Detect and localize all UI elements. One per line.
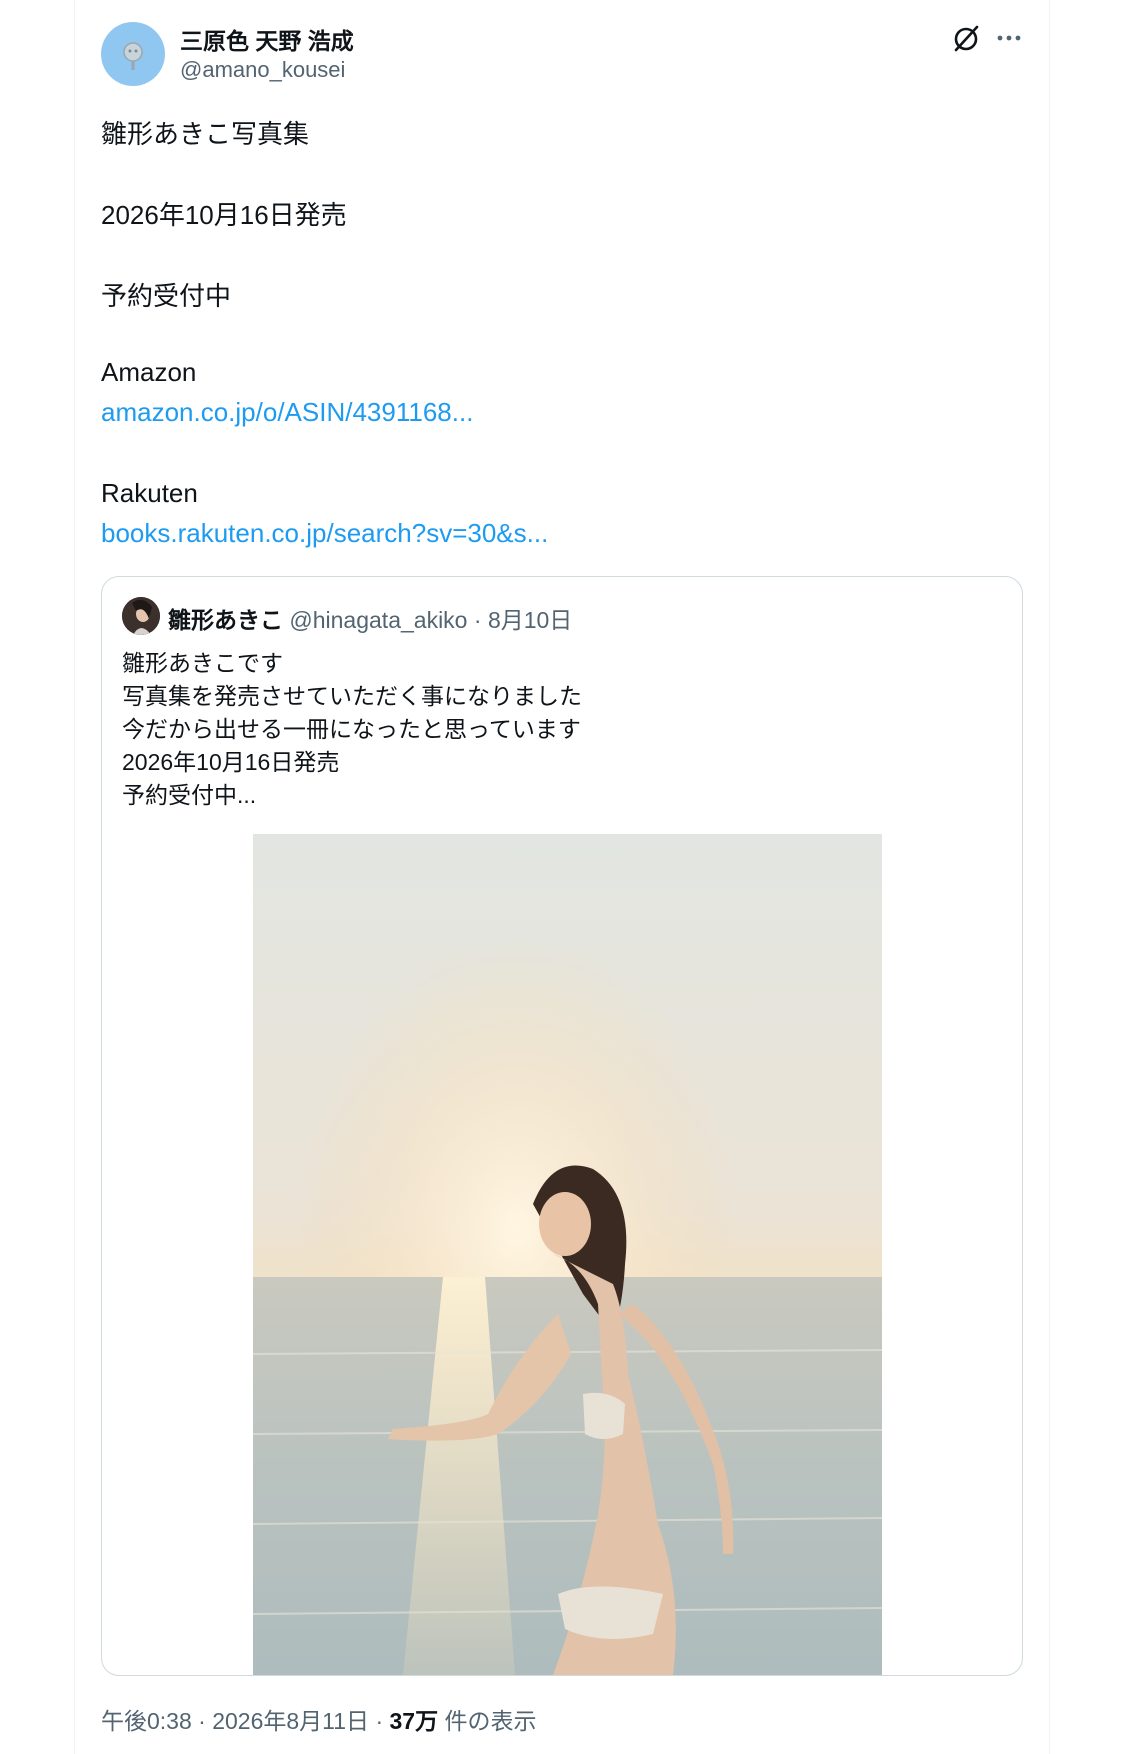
beach-photo-illustration: [253, 834, 882, 1675]
tweet-text-release-date: 2026年10月16日発売: [101, 200, 347, 230]
avatar-emblem-icon: [123, 42, 143, 70]
tweet-footer: 午後0:38 · 2026年8月11日 · 37万 件の表示: [101, 1702, 537, 1736]
quoted-header: 雛形あきこ @hinagata_akiko · 8月10日: [168, 601, 572, 635]
quoted-photo[interactable]: [253, 834, 882, 1675]
tweet-text-amazon: Amazon: [101, 357, 197, 387]
rakuten-link[interactable]: books.rakuten.co.jp/search?sv=30&s...: [101, 518, 548, 549]
quoted-text-line: 2026年10月16日発売: [122, 749, 340, 775]
quoted-handle[interactable]: @hinagata_akiko: [289, 607, 467, 633]
tweet-time[interactable]: 午後0:38: [101, 1708, 192, 1734]
author-handle[interactable]: @amano_kousei: [180, 57, 345, 83]
quoted-tweet[interactable]: 雛形あきこ @hinagata_akiko · 8月10日 雛形あきこです 写真…: [101, 576, 1023, 1676]
tweet-text-title: 雛形あきこ写真集: [101, 119, 310, 149]
quoted-separator: ·: [473, 607, 482, 633]
more-icon[interactable]: [993, 22, 1025, 54]
author-display-name[interactable]: 三原色 天野 浩成: [180, 22, 354, 56]
views-label: 件の表示: [444, 1708, 537, 1734]
quoted-text-line: 雛形あきこです: [122, 650, 283, 676]
quoted-text-line: 今だから出せる一冊になったと思っています: [122, 716, 581, 742]
quoted-text-line: 予約受付中...: [122, 782, 257, 808]
quoted-avatar-photo-icon: [122, 597, 160, 635]
footer-separator: ·: [375, 1708, 384, 1734]
footer-separator: ·: [198, 1708, 206, 1734]
grok-icon[interactable]: [950, 22, 982, 54]
author-avatar[interactable]: [101, 22, 165, 86]
quoted-display-name[interactable]: 雛形あきこ: [168, 607, 283, 633]
quoted-date[interactable]: 8月10日: [488, 607, 572, 633]
quoted-text-line: 写真集を発売させていただく事になりました: [122, 683, 582, 709]
amazon-link[interactable]: amazon.co.jp/o/ASIN/4391168...: [101, 397, 473, 428]
quoted-author-avatar[interactable]: [122, 597, 160, 635]
tweet-date[interactable]: 2026年8月11日: [212, 1708, 369, 1734]
tweet-text-rakuten: Rakuten: [101, 478, 198, 508]
tweet-text-preorder: 予約受付中: [101, 281, 232, 311]
views-count: 37万: [389, 1708, 439, 1734]
